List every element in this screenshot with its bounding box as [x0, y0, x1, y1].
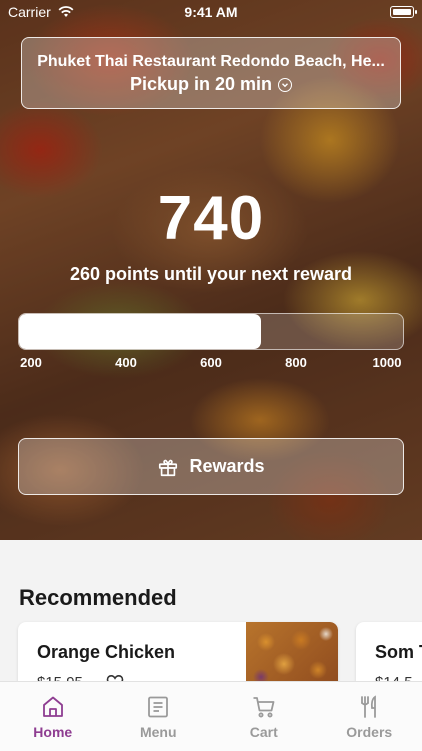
- rewards-progress-bar: [18, 313, 404, 350]
- tab-label: Home: [33, 724, 72, 740]
- progress-tick-label: 1000: [373, 355, 402, 370]
- item-name: Orange Chicken: [37, 642, 175, 663]
- clock: 9:41 AM: [0, 4, 422, 20]
- item-name: Som T: [375, 642, 422, 663]
- progress-tick-labels: 200 400 600 800 1000: [18, 355, 404, 373]
- points-until-reward: 260 points until your next reward: [0, 264, 422, 285]
- status-bar: Carrier 9:41 AM: [0, 0, 422, 24]
- restaurant-name: Phuket Thai Restaurant Redondo Beach, He…: [32, 53, 390, 71]
- tab-label: Cart: [250, 724, 278, 740]
- pickup-label: Pickup in 20 min: [130, 74, 272, 95]
- points-balance: 740: [0, 183, 422, 254]
- battery-icon: [390, 6, 414, 18]
- tab-cart[interactable]: Cart: [211, 682, 317, 751]
- rewards-button[interactable]: Rewards: [18, 438, 404, 495]
- menu-icon: [145, 694, 171, 720]
- tab-bar: Home Menu Cart Orders: [0, 681, 422, 751]
- tab-orders[interactable]: Orders: [317, 682, 422, 751]
- progress-tick-label: 600: [200, 355, 222, 370]
- progress-tick-label: 800: [285, 355, 307, 370]
- chevron-down-icon: [278, 78, 292, 92]
- home-icon: [40, 694, 66, 720]
- gift-icon: [157, 456, 179, 478]
- tab-label: Orders: [346, 724, 392, 740]
- tab-home[interactable]: Home: [0, 682, 106, 751]
- progress-tick-label: 400: [115, 355, 137, 370]
- recommended-heading: Recommended: [19, 585, 177, 611]
- orders-icon: [356, 694, 382, 720]
- rewards-button-label: Rewards: [189, 456, 264, 477]
- tab-menu[interactable]: Menu: [106, 682, 212, 751]
- pickup-time[interactable]: Pickup in 20 min: [22, 74, 400, 95]
- tab-label: Menu: [140, 724, 177, 740]
- progress-tick-label: 200: [20, 355, 42, 370]
- cart-icon: [251, 694, 277, 720]
- location-selector[interactable]: Phuket Thai Restaurant Redondo Beach, He…: [21, 37, 401, 109]
- rewards-progress-fill: [19, 314, 261, 349]
